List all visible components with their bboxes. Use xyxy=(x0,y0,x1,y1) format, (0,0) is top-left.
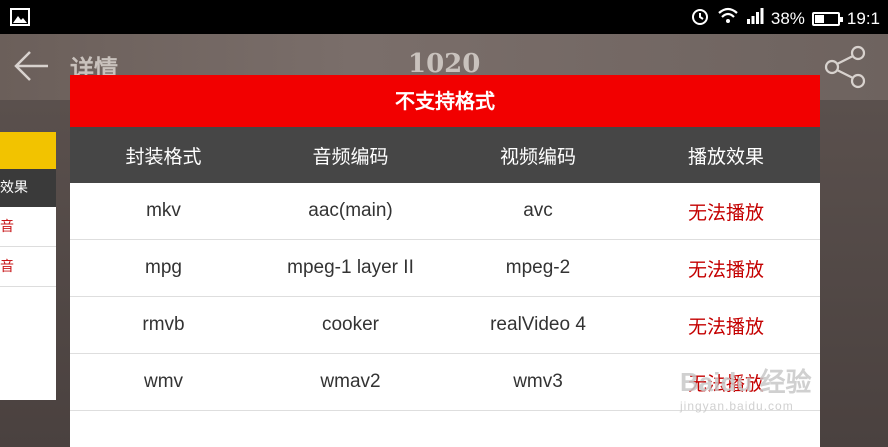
alarm-icon xyxy=(690,6,710,31)
table-row: mpg mpeg-1 layer II mpeg-2 无法播放 xyxy=(70,240,820,297)
dialog-footer xyxy=(70,411,820,447)
cell-audio: wmav2 xyxy=(320,371,381,392)
background-card-header: 效果 xyxy=(0,169,56,207)
cell-result: 无法播放 xyxy=(687,201,764,224)
column-header-video: 视频编码 xyxy=(499,145,576,168)
background-card-accent xyxy=(0,132,56,169)
battery-percent: 38% xyxy=(770,8,805,28)
watermark-brand: Baidu 经验 xyxy=(680,367,812,397)
table-header: 封装格式 音频编码 视频编码 播放效果 xyxy=(70,127,820,183)
cell-video: mpeg-2 xyxy=(505,257,571,278)
cell-container: rmvb xyxy=(142,314,185,335)
status-bar: 38% 19:1 xyxy=(0,0,888,34)
image-icon xyxy=(10,8,30,31)
back-arrow-icon[interactable] xyxy=(12,48,50,88)
column-header-result: 播放效果 xyxy=(687,145,764,168)
cell-video: wmv3 xyxy=(513,371,563,392)
cell-result: 无法播放 xyxy=(687,315,764,338)
column-header-container: 封装格式 xyxy=(125,145,202,168)
cell-container: wmv xyxy=(143,371,184,392)
dialog-title: 不支持格式 xyxy=(70,75,820,127)
battery-icon xyxy=(811,11,843,26)
cell-video: avc xyxy=(523,200,553,221)
table-row: rmvb cooker realVideo 4 无法播放 xyxy=(70,297,820,354)
wifi-icon xyxy=(717,7,739,30)
clock: 19:1 xyxy=(846,8,880,28)
cell-video: realVideo 4 xyxy=(490,314,586,335)
watermark-url: jingyan.baidu.com xyxy=(680,399,794,413)
background-card: 效果 音 音 xyxy=(0,132,56,400)
cell-container: mkv xyxy=(146,200,181,221)
cell-result: 无法播放 xyxy=(687,258,764,281)
column-header-audio: 音频编码 xyxy=(312,145,389,168)
table-row: mkv aac(main) avc 无法播放 xyxy=(70,183,820,240)
watermark: Baidu 经验 jingyan.baidu.com xyxy=(680,362,811,413)
cell-audio: cooker xyxy=(321,314,380,335)
cell-audio: aac(main) xyxy=(308,200,393,221)
signal-icon xyxy=(746,8,764,29)
background-card-row: 音 xyxy=(0,207,56,247)
cell-audio: mpeg-1 layer II xyxy=(287,257,414,278)
background-card-row: 音 xyxy=(0,247,56,287)
cell-container: mpg xyxy=(145,257,182,278)
share-icon[interactable] xyxy=(822,44,870,94)
